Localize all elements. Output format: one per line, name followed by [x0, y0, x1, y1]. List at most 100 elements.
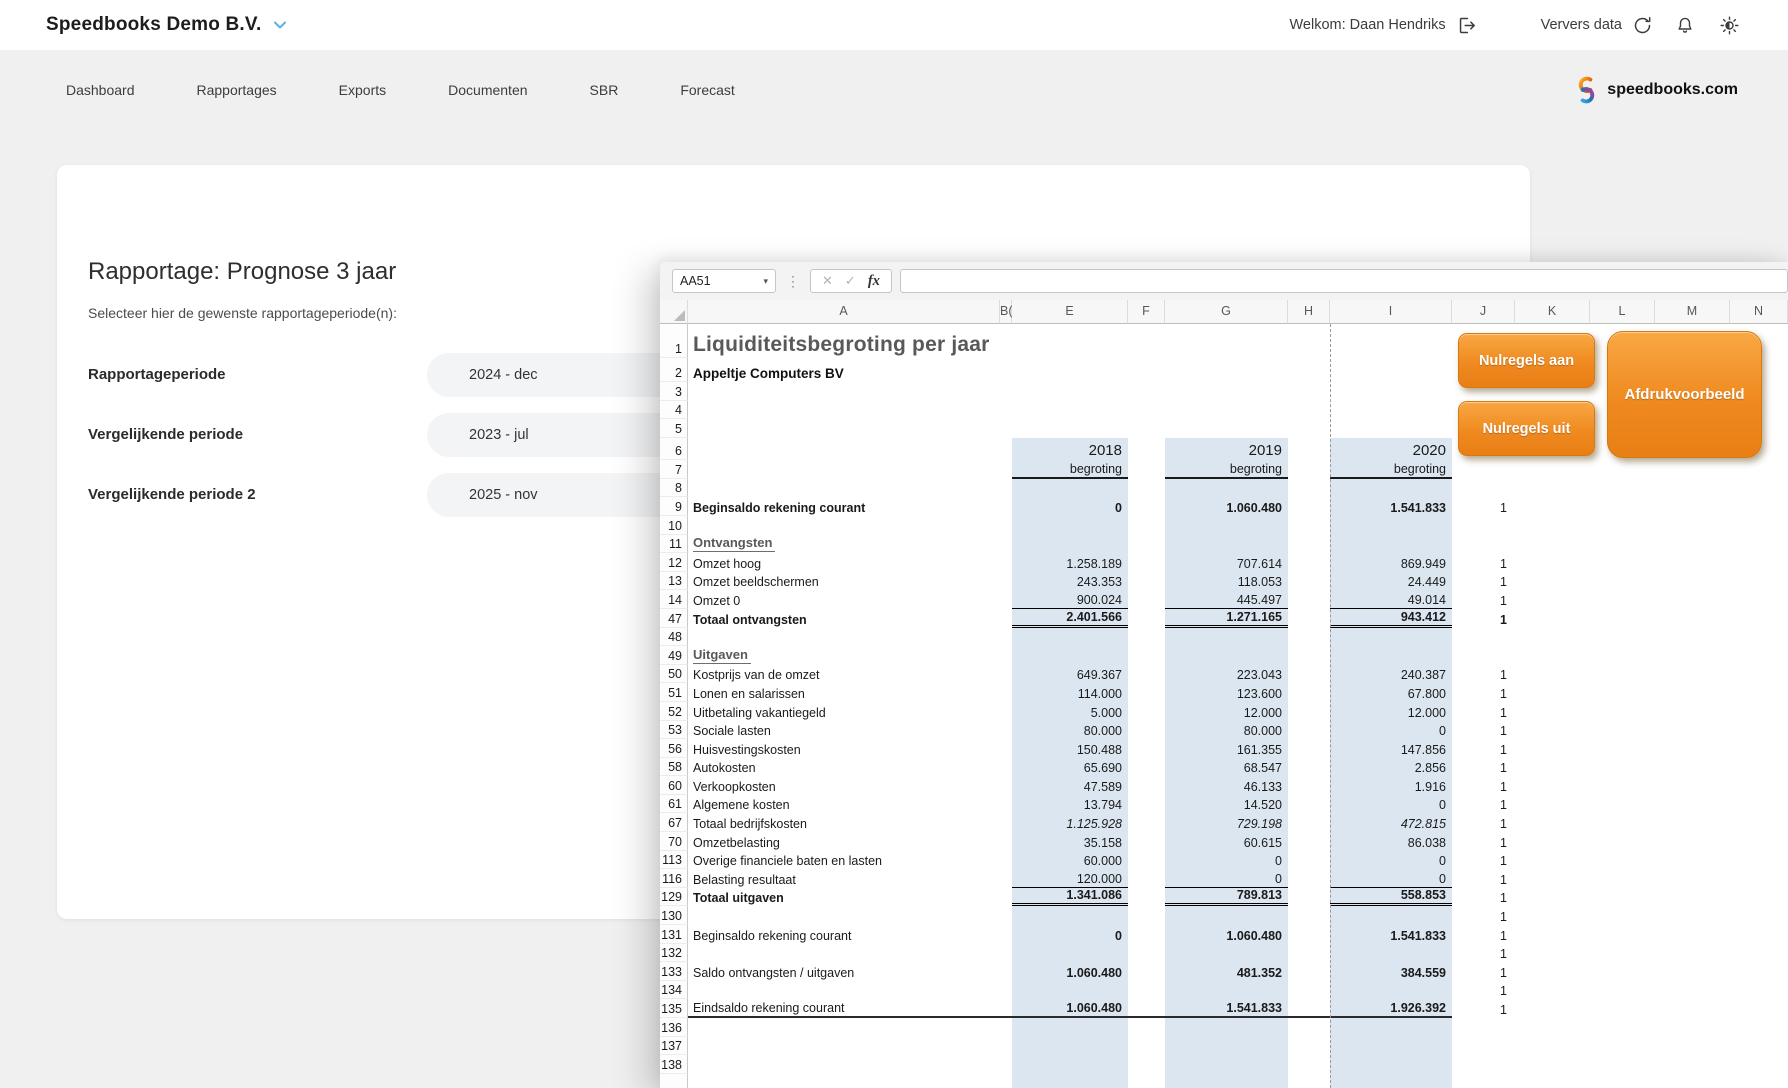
row-number[interactable]: 8: [660, 479, 688, 498]
row-number[interactable]: 1: [660, 324, 688, 358]
cell[interactable]: [1730, 813, 1788, 832]
cell-flag[interactable]: [1452, 1018, 1515, 1037]
cell-value-2018[interactable]: [1012, 1074, 1128, 1088]
cell-value-2020[interactable]: [1330, 535, 1452, 554]
cell-value-2019[interactable]: [1165, 1055, 1288, 1074]
theme-toggle-icon[interactable]: [1719, 15, 1740, 36]
fx-icon[interactable]: fx: [868, 273, 880, 290]
cell-value-2020[interactable]: [1330, 944, 1452, 963]
cell[interactable]: [1515, 460, 1590, 479]
cell[interactable]: [1515, 721, 1590, 740]
cell-value-2018[interactable]: [1012, 1018, 1128, 1037]
cell[interactable]: [1655, 683, 1730, 702]
cell-value-2019[interactable]: 1.271.165: [1165, 609, 1288, 628]
cell[interactable]: [1515, 888, 1590, 907]
cell[interactable]: [1655, 1074, 1730, 1088]
cell-value-2019[interactable]: 1.060.480: [1165, 925, 1288, 944]
cell[interactable]: [1515, 1074, 1590, 1088]
cell[interactable]: [1288, 944, 1330, 963]
logout-icon[interactable]: [1456, 15, 1477, 36]
cell[interactable]: [1655, 1037, 1730, 1056]
nav-item-dashboard[interactable]: Dashboard: [66, 82, 135, 98]
cell[interactable]: [1288, 535, 1330, 554]
cell-label[interactable]: Autokosten: [688, 758, 1000, 777]
row-number[interactable]: 13: [660, 572, 688, 591]
cell[interactable]: [1655, 962, 1730, 981]
cell-value-2020[interactable]: 1.916: [1330, 776, 1452, 795]
row-number[interactable]: 134: [660, 981, 688, 1000]
cell[interactable]: [1590, 479, 1655, 498]
cell-flag[interactable]: 1: [1452, 944, 1515, 963]
cell-label[interactable]: Omzetbelasting: [688, 832, 1000, 851]
cell[interactable]: [1590, 925, 1655, 944]
cell[interactable]: [1000, 382, 1012, 401]
cell[interactable]: [1000, 869, 1012, 888]
cell[interactable]: [1515, 869, 1590, 888]
cell-label[interactable]: Omzet 0: [688, 590, 1000, 609]
cell-value-2018[interactable]: [1012, 516, 1128, 535]
cell[interactable]: [1655, 572, 1730, 591]
cell[interactable]: [1000, 665, 1012, 684]
row-number[interactable]: 11: [660, 535, 688, 554]
cell-label[interactable]: [688, 628, 1000, 647]
cell-value-2018[interactable]: 60.000: [1012, 851, 1128, 870]
cell[interactable]: [1730, 962, 1788, 981]
cell[interactable]: [1128, 324, 1165, 358]
row-number[interactable]: 9: [660, 497, 688, 516]
cell[interactable]: [1288, 981, 1330, 1000]
row-number[interactable]: 67: [660, 813, 688, 832]
cell[interactable]: [1000, 851, 1012, 870]
cell[interactable]: [1288, 516, 1330, 535]
cell-value-2019[interactable]: 161.355: [1165, 739, 1288, 758]
cell[interactable]: [1000, 758, 1012, 777]
row-number[interactable]: 2: [660, 358, 688, 382]
cell[interactable]: [1655, 609, 1730, 628]
cell-value-2018[interactable]: [1012, 382, 1128, 401]
cell[interactable]: [1515, 832, 1590, 851]
cell-flag[interactable]: [1452, 1037, 1515, 1056]
cell-value-2019[interactable]: 14.520: [1165, 795, 1288, 814]
cell[interactable]: [1730, 851, 1788, 870]
cell[interactable]: [1730, 553, 1788, 572]
cell[interactable]: [1000, 535, 1012, 554]
cell[interactable]: [1590, 944, 1655, 963]
namebox-chevron-icon[interactable]: ▾: [763, 276, 768, 287]
row-number[interactable]: 133: [660, 962, 688, 981]
cell[interactable]: [1288, 358, 1330, 382]
cell-value-2020[interactable]: [1330, 1037, 1452, 1056]
cell-value-2018[interactable]: [1012, 401, 1128, 420]
cell-value-2019[interactable]: 481.352: [1165, 962, 1288, 981]
cell-value-2020[interactable]: [1330, 906, 1452, 925]
cell[interactable]: [1000, 721, 1012, 740]
cell[interactable]: [1655, 1055, 1730, 1074]
cell[interactable]: [1590, 888, 1655, 907]
cell-value-2019[interactable]: 123.600: [1165, 683, 1288, 702]
cell[interactable]: [1590, 572, 1655, 591]
cell-value-2018[interactable]: [1012, 358, 1128, 382]
row-number[interactable]: 131: [660, 925, 688, 944]
cell[interactable]: [1128, 869, 1165, 888]
cell[interactable]: [1655, 869, 1730, 888]
cell-value-2019[interactable]: 789.813: [1165, 888, 1288, 907]
cell-value-2019[interactable]: 60.615: [1165, 832, 1288, 851]
cell-label[interactable]: Beginsaldo rekening courant: [688, 925, 1000, 944]
cell[interactable]: [1655, 739, 1730, 758]
cell[interactable]: [1655, 813, 1730, 832]
cell[interactable]: [1655, 628, 1730, 647]
cell[interactable]: [1655, 981, 1730, 1000]
cell[interactable]: [1655, 944, 1730, 963]
cell-value-2018[interactable]: 1.341.086: [1012, 888, 1128, 907]
cell[interactable]: [1000, 438, 1012, 460]
row-number[interactable]: 7: [660, 460, 688, 479]
cell-value-2019[interactable]: 729.198: [1165, 813, 1288, 832]
cell-value-2019[interactable]: [1165, 1018, 1288, 1037]
cell-label[interactable]: Algemene kosten: [688, 795, 1000, 814]
cell[interactable]: [1288, 721, 1330, 740]
cell[interactable]: [1730, 869, 1788, 888]
cell-value-2019[interactable]: 2019: [1165, 438, 1288, 460]
cell-label[interactable]: Overige financiele baten en lasten: [688, 851, 1000, 870]
cell-value-2018[interactable]: 0: [1012, 925, 1128, 944]
cell[interactable]: [1655, 999, 1730, 1018]
row-number[interactable]: 137: [660, 1037, 688, 1056]
column-header-E[interactable]: E: [1012, 300, 1128, 324]
